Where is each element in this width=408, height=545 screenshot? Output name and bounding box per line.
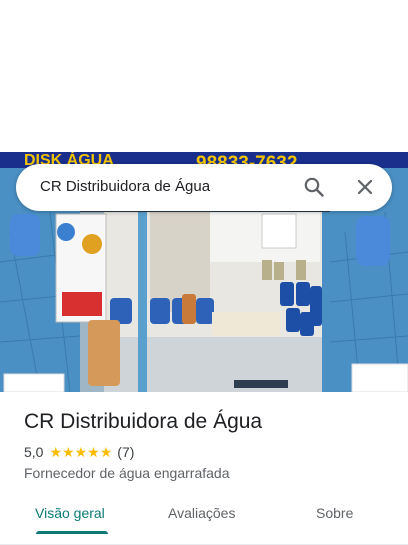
star-icon: ★: [49, 444, 63, 460]
star-icon: ★: [74, 444, 88, 460]
search-box[interactable]: CR Distribuidora de Água: [16, 164, 392, 211]
rating-row[interactable]: 5,0 ★ ★ ★ ★ ★ (7): [24, 444, 134, 460]
close-icon[interactable]: [353, 175, 377, 199]
star-icon: ★: [87, 444, 100, 460]
tab-reviews[interactable]: Avaliações: [168, 505, 235, 521]
star-icon: ★: [62, 444, 75, 460]
star-icon: ★: [99, 444, 113, 460]
active-tab-indicator: [36, 531, 108, 534]
rating-stars: ★ ★ ★ ★ ★: [49, 445, 112, 459]
review-count[interactable]: (7): [117, 444, 134, 460]
search-icon[interactable]: [302, 175, 326, 199]
place-category: Fornecedor de água engarrafada: [24, 465, 230, 481]
search-query[interactable]: CR Distribuidora de Água: [40, 178, 210, 195]
tab-bar: Visão geral Avaliações Sobre: [0, 490, 408, 545]
tab-overview[interactable]: Visão geral: [35, 505, 105, 521]
rating-value: 5,0: [24, 444, 44, 460]
place-name: CR Distribuidora de Água: [24, 410, 263, 433]
tab-about[interactable]: Sobre: [316, 505, 353, 521]
